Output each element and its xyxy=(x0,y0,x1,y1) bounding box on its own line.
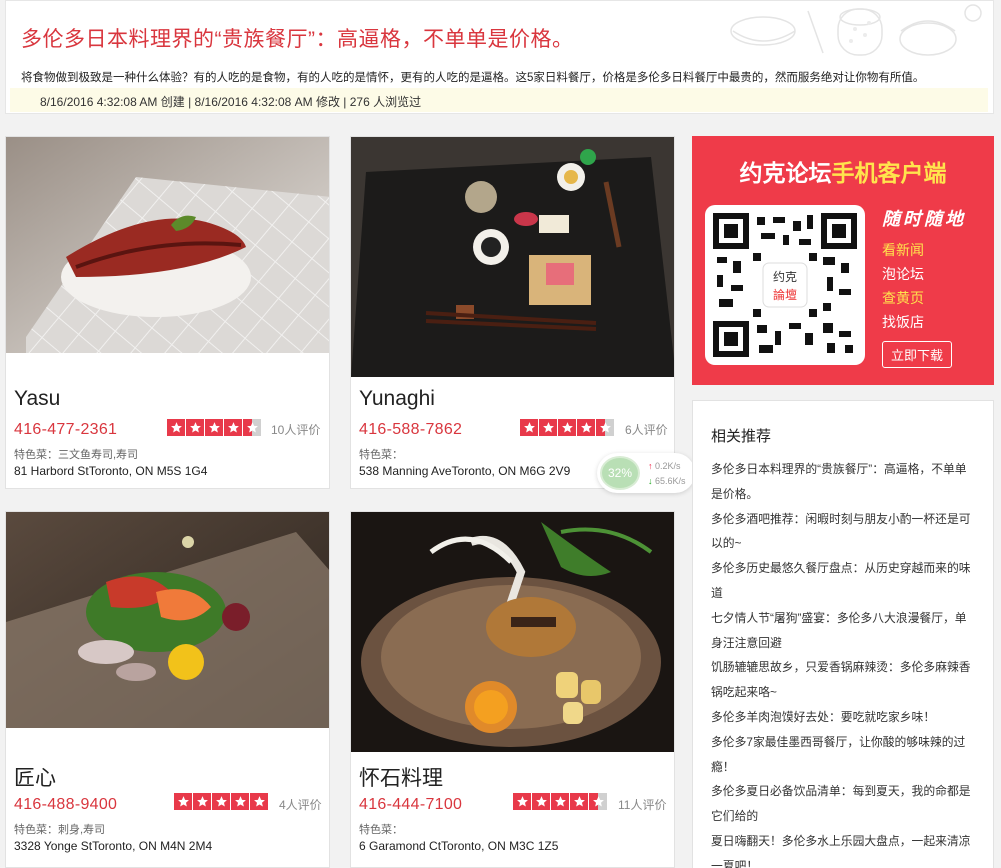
related-heading: 相关推荐 xyxy=(711,428,772,445)
restaurant-photo[interactable] xyxy=(351,137,674,377)
restaurant-name[interactable]: Yunaghi xyxy=(359,387,435,411)
related-link[interactable]: 多伦多夏日必备饮品清单：每到夏天，我的命都是它们给的 xyxy=(711,779,976,829)
qr-code-icon: 约克 論壇 xyxy=(713,213,857,357)
restaurant-name[interactable]: 匠心 xyxy=(14,762,56,792)
related-link[interactable]: 多伦多历史最悠久餐厅盘点：从历史穿越而来的味道 xyxy=(711,556,976,606)
article-description: 将食物做到极致是一种什么体验？有的人吃的是食物，有的人吃的是情怀，更有的人吃的是… xyxy=(21,72,925,84)
star-icon xyxy=(205,419,223,436)
related-link[interactable]: 多伦多日本料理界的“贵族餐厅”：高逼格，不单单是价格。 xyxy=(711,457,976,507)
half-star-icon xyxy=(596,419,614,436)
star-icon xyxy=(532,793,550,810)
network-speed-widget[interactable]: 32% ↑ 0.2K/s ↓ 65.6K/s xyxy=(597,453,695,493)
restaurant-address: 6 Garamond CtToronto, ON M3C 1Z5 xyxy=(359,839,559,853)
restaurant-address: 81 Harbord StToronto, ON M5S 1G4 xyxy=(14,464,208,478)
related-link[interactable]: 多伦多7家最佳墨西哥餐厅，让你酸的够味辣的过瘾！ xyxy=(711,730,976,780)
review-count[interactable]: 11人评价 xyxy=(618,796,666,813)
signature-dishes: 特色菜： xyxy=(359,824,403,836)
restaurant-card[interactable]: Yunaghi 416-588-7862 6人评价 特色菜： 538 Manni… xyxy=(350,136,675,489)
qr-logo-bottom: 論壇 xyxy=(773,287,797,302)
banner-title-highlight: 手机客户端 xyxy=(831,160,947,186)
restaurant-address: 3328 Yonge StToronto, ON M4N 2M4 xyxy=(14,839,213,853)
restaurant-phone[interactable]: 416-444-7100 xyxy=(359,796,462,814)
sushi-decoration-illustration xyxy=(730,4,982,56)
signature-dishes: 特色菜：三文鱼寿司,寿司 xyxy=(14,449,139,461)
related-recommendations: 相关推荐 多伦多日本料理界的“贵族餐厅”：高逼格，不单单是价格。 多伦多酒吧推荐… xyxy=(692,400,994,868)
review-count[interactable]: 6人评价 xyxy=(625,421,668,438)
rating-stars xyxy=(513,793,607,810)
star-icon xyxy=(558,419,576,436)
star-icon xyxy=(250,793,268,810)
download-speed-value: 65.6K/s xyxy=(655,476,686,486)
banner-title: 约克论坛手机客户端 xyxy=(692,154,994,188)
restaurant-card[interactable]: 匠心 416-488-9400 4人评价 特色菜：刺身,寿司 3328 Yong… xyxy=(5,511,330,868)
related-link[interactable]: 饥肠辘辘思故乡，只爱香锅麻辣烫：多伦多麻辣香锅吃起来咯~ xyxy=(711,655,976,705)
signature-dishes: 特色菜： xyxy=(359,449,403,461)
restaurant-card[interactable]: Yasu 416-477-2361 10人评价 特色菜：三文鱼寿司,寿司 81 … xyxy=(5,136,330,489)
restaurant-phone[interactable]: 416-588-7862 xyxy=(359,421,462,439)
star-icon xyxy=(520,419,538,436)
related-link[interactable]: 多伦多酒吧推荐：闲暇时刻与朋友小酌一杯还是可以的~ xyxy=(711,507,976,557)
rating-stars xyxy=(174,793,268,810)
arrow-down-icon: ↓ xyxy=(648,476,653,486)
star-icon xyxy=(551,793,569,810)
restaurant-address: 538 Manning AveToronto, ON M6G 2V9 xyxy=(359,464,571,478)
qr-logo-top: 约克 xyxy=(773,269,797,284)
star-icon xyxy=(174,793,192,810)
qr-code: 约克 論壇 xyxy=(705,205,865,365)
restaurant-photo[interactable] xyxy=(6,512,329,728)
rating-stars xyxy=(520,419,614,436)
banner-feature-forum: 泡论坛 xyxy=(882,266,924,282)
download-now-button[interactable]: 立即下载 xyxy=(882,341,953,368)
star-icon xyxy=(224,419,242,436)
review-count[interactable]: 10人评价 xyxy=(271,421,320,438)
memory-percent: 32% xyxy=(600,456,640,490)
restaurant-card[interactable]: 怀石料理 416-444-7100 11人评价 特色菜： 6 Garamond … xyxy=(350,511,675,868)
banner-feature-directory: 查黄页 xyxy=(882,290,924,306)
page-title: 多伦多日本料理界的“贵族餐厅”：高逼格，不单单是价格。 xyxy=(21,28,574,51)
star-icon xyxy=(167,419,185,436)
banner-title-prefix: 约克论坛 xyxy=(739,160,832,186)
half-star-icon xyxy=(243,419,261,436)
banner-slogan: 随时随地 xyxy=(882,209,966,229)
related-link[interactable]: 夏日嗨翻天！多伦多水上乐园大盘点，一起来清凉一夏吧！ xyxy=(711,829,976,868)
star-icon xyxy=(186,419,204,436)
arrow-up-icon: ↑ xyxy=(648,461,653,471)
star-icon xyxy=(577,419,595,436)
related-list: 多伦多日本料理界的“贵族餐厅”：高逼格，不单单是价格。 多伦多酒吧推荐：闲暇时刻… xyxy=(711,457,976,868)
star-icon xyxy=(570,793,588,810)
star-icon xyxy=(231,793,249,810)
restaurant-photo[interactable] xyxy=(6,137,329,353)
review-count[interactable]: 4人评价 xyxy=(279,796,322,813)
star-icon xyxy=(513,793,531,810)
article-meta: 8/16/2016 4:32:08 AM 创建 | 8/16/2016 4:32… xyxy=(10,88,988,112)
star-icon xyxy=(539,419,557,436)
article-header: 多伦多日本料理界的“贵族餐厅”：高逼格，不单单是价格。 将食物做到极致是一种什么… xyxy=(5,0,994,114)
star-icon xyxy=(193,793,211,810)
restaurant-phone[interactable]: 416-477-2361 xyxy=(14,421,117,439)
restaurant-phone[interactable]: 416-488-9400 xyxy=(14,796,117,814)
related-link[interactable]: 多伦多羊肉泡馍好去处：要吃就吃家乡味！ xyxy=(711,705,976,730)
star-icon xyxy=(212,793,230,810)
restaurant-photo[interactable] xyxy=(351,512,674,752)
half-star-icon xyxy=(589,793,607,810)
app-download-banner[interactable]: 约克论坛手机客户端 约克 論壇 随时随地 看新闻 泡论坛 查黄页 找饭店 立即下… xyxy=(692,136,994,385)
restaurant-name[interactable]: Yasu xyxy=(14,387,60,411)
banner-feature-restaurants: 找饭店 xyxy=(882,314,924,330)
banner-feature-news: 看新闻 xyxy=(882,242,924,258)
upload-speed-value: 0.2K/s xyxy=(655,461,681,471)
rating-stars xyxy=(167,419,261,436)
related-link[interactable]: 七夕情人节“屠狗”盛宴：多伦多八大浪漫餐厅，单身汪注意回避 xyxy=(711,606,976,656)
signature-dishes: 特色菜：刺身,寿司 xyxy=(14,824,106,836)
upload-speed: ↑ 0.2K/s xyxy=(648,461,681,471)
download-speed: ↓ 65.6K/s xyxy=(648,476,686,486)
restaurant-name[interactable]: 怀石料理 xyxy=(359,762,443,792)
